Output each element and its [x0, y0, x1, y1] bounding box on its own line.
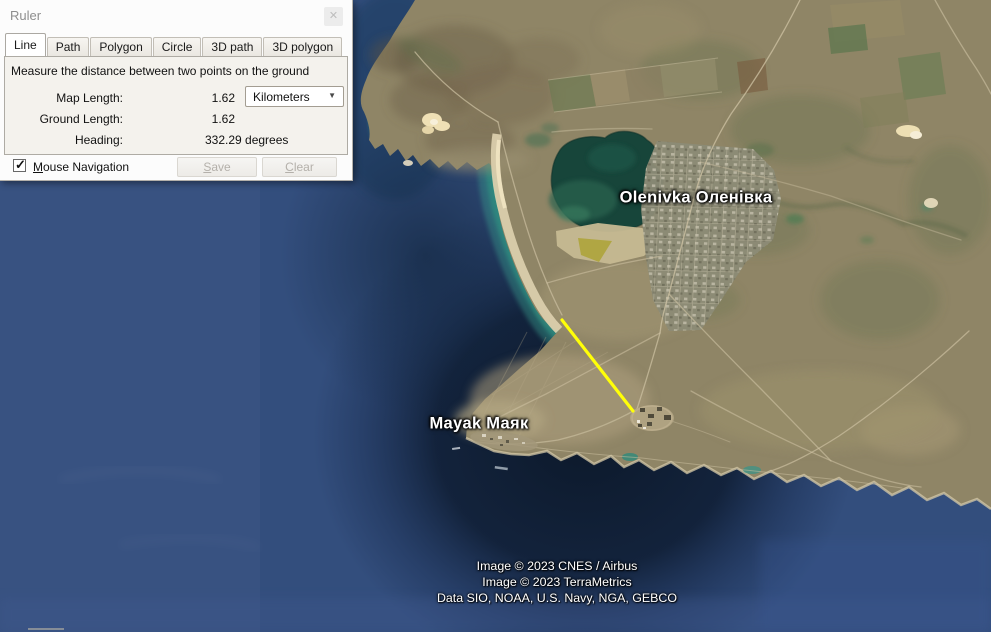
- ground-length-value: 1.62: [175, 112, 235, 126]
- ruler-line-panel: Measure the distance between two points …: [4, 56, 348, 155]
- tab-circle[interactable]: Circle: [153, 37, 202, 56]
- heading-label: Heading:: [7, 133, 123, 147]
- bottom-edge-artifact: [28, 628, 64, 630]
- close-icon[interactable]: ✕: [324, 7, 343, 26]
- attribution-line: Data SIO, NOAA, U.S. Navy, NGA, GEBCO: [312, 590, 802, 606]
- check-icon: ✓: [15, 157, 26, 173]
- lighthouse-compound: [630, 405, 674, 431]
- ground-length-label: Ground Length:: [7, 112, 123, 126]
- tab-polygon[interactable]: Polygon: [90, 37, 151, 56]
- dialog-title: Ruler: [10, 8, 41, 23]
- unit-dropdown[interactable]: Kilometers ▼: [245, 86, 344, 107]
- mouse-navigation-checkbox[interactable]: ✓: [13, 159, 26, 172]
- google-earth-window: Olenivka Оленівка Mayak Маяк Image © 202…: [0, 0, 991, 632]
- tab-line[interactable]: Line: [5, 33, 46, 56]
- tab-path[interactable]: Path: [47, 37, 90, 56]
- ruler-dialog: Ruler ✕ Line Path Polygon Circle 3D path…: [0, 0, 353, 181]
- ruler-tab-bar: Line Path Polygon Circle 3D path 3D poly…: [5, 34, 343, 56]
- chevron-down-icon: ▼: [328, 91, 336, 100]
- ruler-dialog-titlebar[interactable]: Ruler ✕: [0, 0, 352, 32]
- tab-3d-polygon[interactable]: 3D polygon: [263, 37, 342, 56]
- measure-description: Measure the distance between two points …: [11, 64, 309, 78]
- attribution-line: Image © 2023 CNES / Airbus: [312, 558, 802, 574]
- imagery-attribution: Image © 2023 CNES / Airbus Image © 2023 …: [312, 558, 802, 606]
- tab-3d-path[interactable]: 3D path: [202, 37, 262, 56]
- map-length-value: 1.62: [175, 91, 235, 105]
- save-button[interactable]: Save: [177, 157, 257, 177]
- map-label-olenivka: Olenivka Оленівка: [620, 189, 773, 208]
- heading-value: 332.29 degrees: [205, 133, 288, 147]
- map-label-mayak: Mayak Маяк: [429, 415, 528, 434]
- clear-button[interactable]: Clear: [262, 157, 337, 177]
- attribution-line: Image © 2023 TerraMetrics: [312, 574, 802, 590]
- unit-selected: Kilometers: [253, 90, 310, 104]
- ruler-dialog-footer: ✓ Mouse Navigation Save Clear: [0, 155, 352, 181]
- mouse-navigation-label: Mouse Navigation: [33, 160, 129, 174]
- map-length-label: Map Length:: [7, 91, 123, 105]
